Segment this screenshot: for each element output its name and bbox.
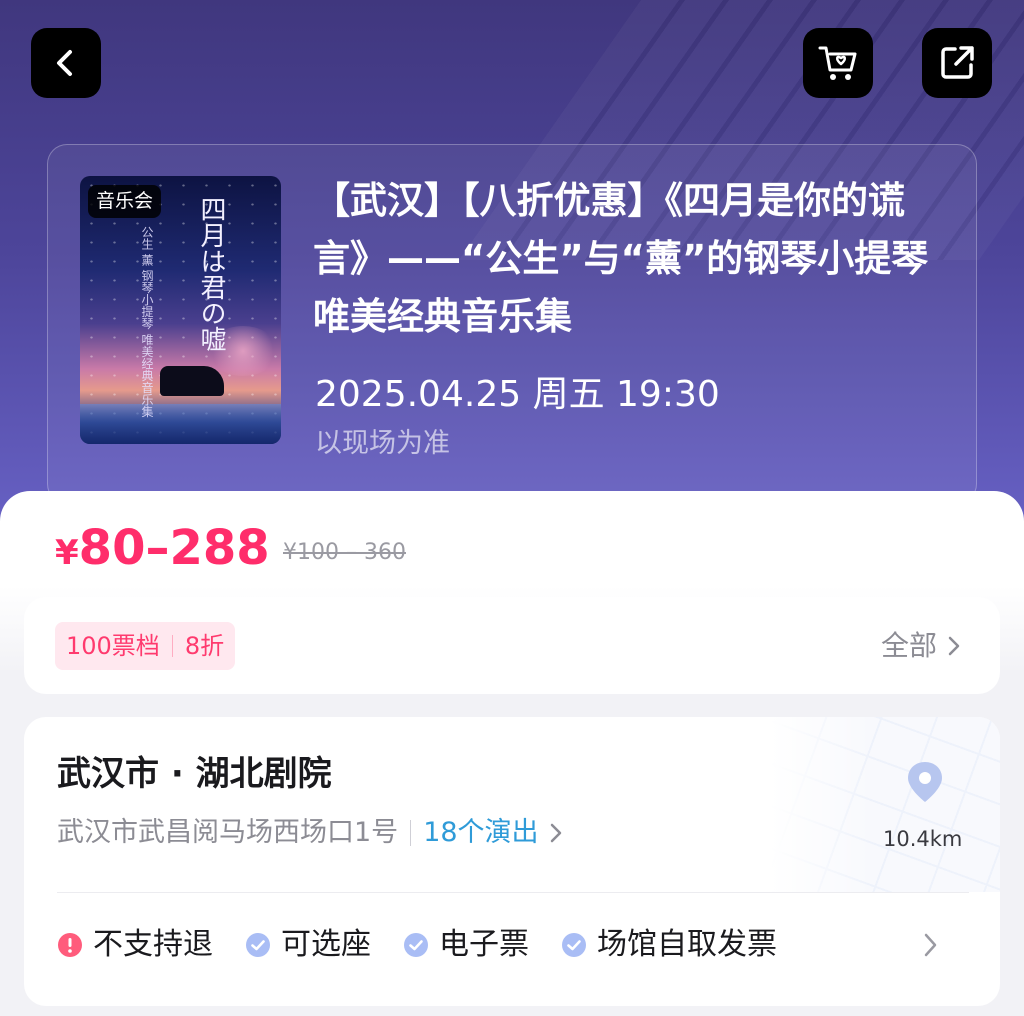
all-tiers-label: 全部 — [881, 629, 938, 662]
map-pin-icon[interactable] — [905, 760, 945, 808]
venue-name: 武汉市 · 湖北剧院 — [57, 754, 332, 794]
share-external-icon — [941, 46, 974, 79]
exclamation-circle-icon — [57, 932, 83, 958]
venue-shows-link[interactable]: 18个演出 — [423, 812, 566, 854]
chevron-right-icon — [550, 823, 561, 843]
feature-label: 场馆自取发票 — [597, 927, 777, 962]
venue-distance: 10.4km — [883, 827, 963, 851]
features-more-button[interactable] — [920, 930, 942, 964]
feature-no-refund: 不支持退 — [57, 922, 213, 968]
chevron-left-icon — [57, 50, 72, 76]
venue-address-row: 武汉市武昌阅马场西场口1号 18个演出 — [57, 812, 567, 854]
share-button[interactable] — [922, 28, 992, 98]
venue-address: 武汉市武昌阅马场西场口1号 — [57, 817, 399, 848]
price-value: 80–288 — [78, 520, 270, 576]
venue-divider — [57, 892, 969, 893]
feature-label: 可选座 — [281, 927, 371, 962]
poster-subtitle: 公生 薰 钢琴小提琴 唯美经典音乐集 — [140, 226, 154, 418]
event-datetime: 2025.04.25 周五 19:30 — [315, 374, 720, 415]
original-price: ¥100 – 360 — [283, 536, 406, 570]
feature-label: 不支持退 — [93, 927, 213, 962]
check-circle-icon — [245, 932, 271, 958]
venue-map-thumbnail[interactable] — [770, 717, 1000, 892]
feature-label: 电子票 — [439, 927, 529, 962]
feature-seat-selection: 可选座 — [245, 922, 371, 968]
tier-discount: 8折 — [184, 632, 225, 660]
tier-count: 100票档 — [66, 632, 160, 660]
cart-heart-icon — [818, 46, 857, 80]
price-range: ¥80–288 — [55, 514, 270, 587]
piano-silhouette — [160, 366, 224, 396]
event-date-note: 以现场为准 — [315, 428, 450, 459]
chevron-right-icon — [948, 636, 960, 656]
currency-symbol: ¥ — [55, 533, 79, 573]
check-circle-icon — [561, 932, 587, 958]
chevron-right-icon — [924, 933, 937, 957]
tier-badge: 100票档 8折 — [55, 622, 236, 670]
address-separator — [410, 820, 412, 846]
poster-title: 四月は君の嘘 — [196, 196, 226, 352]
ticket-features[interactable]: 不支持退 可选座 电子票 场馆自取发票 — [57, 922, 809, 968]
feature-e-ticket: 电子票 — [403, 922, 529, 968]
feature-venue-invoice: 场馆自取发票 — [561, 922, 777, 968]
check-circle-icon — [403, 932, 429, 958]
tier-separator — [171, 635, 173, 657]
cart-button[interactable] — [803, 28, 873, 98]
original-price-value: ¥100 – 360 — [283, 540, 406, 565]
all-tiers-link[interactable]: 全部 — [881, 624, 965, 668]
back-button[interactable] — [31, 28, 101, 98]
category-tag: 音乐会 — [88, 185, 162, 218]
event-title: 【武汉】【八折优惠】《四月是你的谎言》——“公生”与“薰”的钢琴小提琴唯美经典音… — [313, 179, 929, 338]
venue-shows-label: 18个演出 — [423, 817, 539, 848]
